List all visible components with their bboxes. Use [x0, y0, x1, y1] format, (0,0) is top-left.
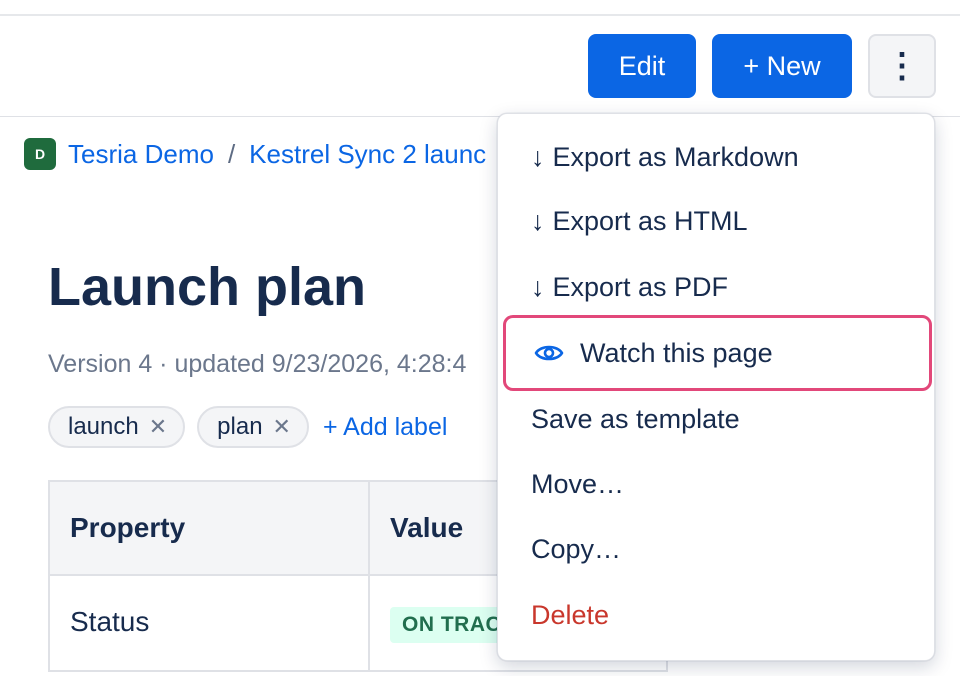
menu-item-export-html[interactable]: ↓ Export as HTML — [498, 190, 934, 252]
menu-item-copy[interactable]: Copy… — [498, 518, 934, 580]
menu-item-export-markdown[interactable]: ↓ Export as Markdown — [498, 126, 934, 188]
menu-item-label: Move… — [531, 468, 625, 499]
label-list: launch ✕ plan ✕ + Add label — [48, 406, 447, 448]
page-title: Launch plan — [48, 257, 367, 317]
label-chip-text: plan — [217, 413, 263, 440]
add-label-link[interactable]: + Add label — [323, 413, 447, 442]
status-lozenge: ON TRAC — [390, 607, 514, 643]
label-chip[interactable]: plan ✕ — [197, 406, 309, 448]
menu-item-label: Copy… — [531, 533, 622, 564]
breadcrumb-separator: / — [227, 138, 236, 169]
menu-item-label: Delete — [531, 599, 610, 630]
menu-item-label: Export as PDF — [552, 271, 729, 302]
breadcrumb-space-link[interactable]: Tesria Demo — [68, 139, 214, 170]
new-page-button[interactable]: + New — [712, 34, 852, 98]
space-avatar[interactable]: D — [24, 138, 56, 170]
menu-item-label: Save as template — [531, 403, 740, 434]
download-arrow-icon: ↓ — [531, 271, 545, 302]
remove-label-icon[interactable]: ✕ — [149, 414, 167, 440]
more-actions-button[interactable]: ⋮ — [868, 34, 936, 98]
confluence-page: Edit + New ⋮ D Tesria Demo / Kestrel Syn… — [0, 0, 960, 676]
more-actions-menu: ↓ Export as Markdown ↓ Export as HTML ↓ … — [497, 113, 935, 661]
menu-item-watch-page[interactable]: Watch this page — [503, 315, 932, 391]
download-arrow-icon: ↓ — [531, 205, 545, 236]
menu-item-save-template[interactable]: Save as template — [498, 388, 934, 450]
label-chip-text: launch — [68, 413, 139, 440]
menu-item-label: Watch this page — [580, 337, 773, 368]
label-chip[interactable]: launch ✕ — [48, 406, 186, 448]
menu-item-move[interactable]: Move… — [498, 453, 934, 515]
property-name-cell: Status — [48, 574, 370, 672]
download-arrow-icon: ↓ — [531, 141, 545, 172]
menu-item-export-pdf[interactable]: ↓ Export as PDF — [498, 256, 934, 318]
menu-item-label: Export as HTML — [552, 205, 748, 236]
page-version-meta: Version 4 · updated 9/23/2026, 4:28:4 — [48, 350, 467, 378]
column-header-property: Property — [48, 480, 370, 576]
edit-button[interactable]: Edit — [588, 34, 696, 98]
remove-label-icon[interactable]: ✕ — [273, 414, 291, 440]
eye-icon — [534, 342, 564, 364]
menu-item-delete[interactable]: Delete — [498, 584, 934, 646]
breadcrumb-parent-link[interactable]: Kestrel Sync 2 launc — [249, 139, 486, 170]
menu-item-label: Export as Markdown — [552, 141, 799, 172]
breadcrumb: D Tesria Demo / Kestrel Sync 2 launc — [24, 136, 486, 172]
page-toolbar: Edit + New ⋮ — [0, 16, 960, 117]
